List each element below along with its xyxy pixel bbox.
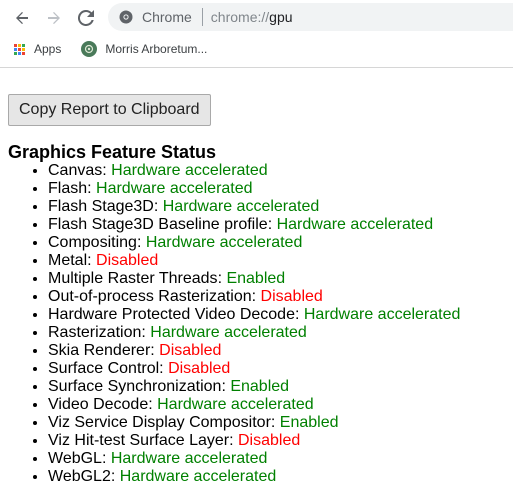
url-scheme: chrome:// <box>210 9 270 25</box>
feature-name: Compositing <box>48 234 137 251</box>
arrow-right-icon <box>48 12 60 24</box>
feature-status: Hardware accelerated <box>96 180 253 197</box>
apps-grid-icon <box>14 43 25 55</box>
list-item: Viz Service Display Compositor: Enabled <box>48 414 505 432</box>
address-bar[interactable]: Chrome chrome://gpu <box>108 3 513 31</box>
list-item: Rasterization: Hardware accelerated <box>48 324 505 342</box>
list-item: Video Decode: Hardware accelerated <box>48 396 505 414</box>
list-item: Canvas: Hardware accelerated <box>48 162 505 180</box>
feature-status: Hardware accelerated <box>157 396 314 413</box>
chrome-page-icon[interactable] <box>118 9 134 25</box>
bookmark-apps-label: Apps <box>34 42 62 56</box>
feature-status: Hardware accelerated <box>119 468 277 485</box>
forward-button[interactable] <box>42 6 66 30</box>
browser-toolbar: Chrome chrome://gpu Apps Morris Arboretu… <box>0 0 513 68</box>
list-item: WebGL2: Hardware accelerated <box>48 468 505 486</box>
url-text[interactable]: chrome://gpu <box>211 9 293 25</box>
list-item: Flash Stage3D Baseline profile: Hardware… <box>48 216 505 234</box>
url-host: gpu <box>269 9 293 25</box>
feature-status: Hardware accelerated <box>276 216 434 233</box>
reload-button[interactable] <box>74 6 98 30</box>
list-item: Multiple Raster Threads: Enabled <box>48 270 505 288</box>
feature-name: Video Decode <box>48 396 149 413</box>
list-item: Skia Renderer: Disabled <box>48 342 505 360</box>
feature-status: Disabled <box>260 288 323 305</box>
feature-name: Viz Hit-test Surface Layer <box>48 432 230 449</box>
feature-name: Out-of-process Rasterization <box>48 288 252 305</box>
reload-icon <box>78 10 94 26</box>
bookmarks-bar: Apps Morris Arboretum... <box>0 38 513 60</box>
copy-report-button[interactable]: Copy Report to Clipboard <box>8 94 211 126</box>
feature-status: Hardware accelerated <box>303 306 461 323</box>
feature-name: Metal <box>48 252 88 269</box>
feature-status: Enabled <box>230 378 290 395</box>
feature-status: Enabled <box>279 414 339 431</box>
feature-name: Flash <box>48 180 88 197</box>
address-separator <box>201 8 203 26</box>
feature-name: Flash Stage3D <box>48 198 154 215</box>
feature-status: Disabled <box>238 432 301 449</box>
site-label: Chrome <box>142 9 192 25</box>
feature-status: Disabled <box>159 342 222 359</box>
feature-name: Flash Stage3D Baseline profile <box>48 216 268 233</box>
feature-name: Surface Synchronization <box>48 378 222 395</box>
list-item: Viz Hit-test Surface Layer: Disabled <box>48 432 505 450</box>
feature-status: Hardware accelerated <box>162 198 320 215</box>
feature-status: Disabled <box>96 252 159 269</box>
feature-status-list: Canvas: Hardware acceleratedFlash: Hardw… <box>8 162 505 486</box>
feature-name: Rasterization <box>48 324 142 341</box>
feature-status: Disabled <box>168 360 231 377</box>
bookmark-morris-label: Morris Arboretum... <box>105 42 208 56</box>
list-item: Hardware Protected Video Decode: Hardwar… <box>48 306 505 324</box>
feature-name: Surface Control <box>48 360 160 377</box>
feature-name: WebGL2 <box>48 468 111 485</box>
list-item: Flash Stage3D: Hardware accelerated <box>48 198 505 216</box>
back-button[interactable] <box>10 6 34 30</box>
feature-name: WebGL <box>48 450 102 467</box>
bookmark-apps[interactable]: Apps <box>14 42 61 56</box>
list-item: Metal: Disabled <box>48 252 505 270</box>
feature-status: Hardware accelerated <box>110 450 268 467</box>
feature-name: Hardware Protected Video Decode <box>48 306 295 323</box>
feature-status: Hardware accelerated <box>145 234 303 251</box>
list-item: Flash: Hardware accelerated <box>48 180 505 198</box>
feature-name: Canvas <box>48 162 103 179</box>
feature-status: Hardware accelerated <box>111 162 268 179</box>
page-title: Graphics Feature Status <box>8 142 217 162</box>
list-item: Compositing: Hardware accelerated <box>48 234 505 252</box>
feature-name: Multiple Raster Threads <box>48 270 218 287</box>
feature-status: Hardware accelerated <box>150 324 307 341</box>
page-content: Copy Report to Clipboard Graphics Featur… <box>0 68 513 486</box>
list-item: Out-of-process Rasterization: Disabled <box>48 288 505 306</box>
list-item: Surface Synchronization: Enabled <box>48 378 505 396</box>
feature-name: Viz Service Display Compositor <box>48 414 271 431</box>
morris-arboretum-favicon <box>81 41 98 57</box>
feature-name: Skia Renderer <box>48 342 151 359</box>
list-item: WebGL: Hardware accelerated <box>48 450 505 468</box>
feature-status: Enabled <box>226 270 286 287</box>
bookmark-morris-arboretum[interactable]: Morris Arboretum... <box>81 41 207 57</box>
arrow-left-icon <box>16 12 28 24</box>
list-item: Surface Control: Disabled <box>48 360 505 378</box>
